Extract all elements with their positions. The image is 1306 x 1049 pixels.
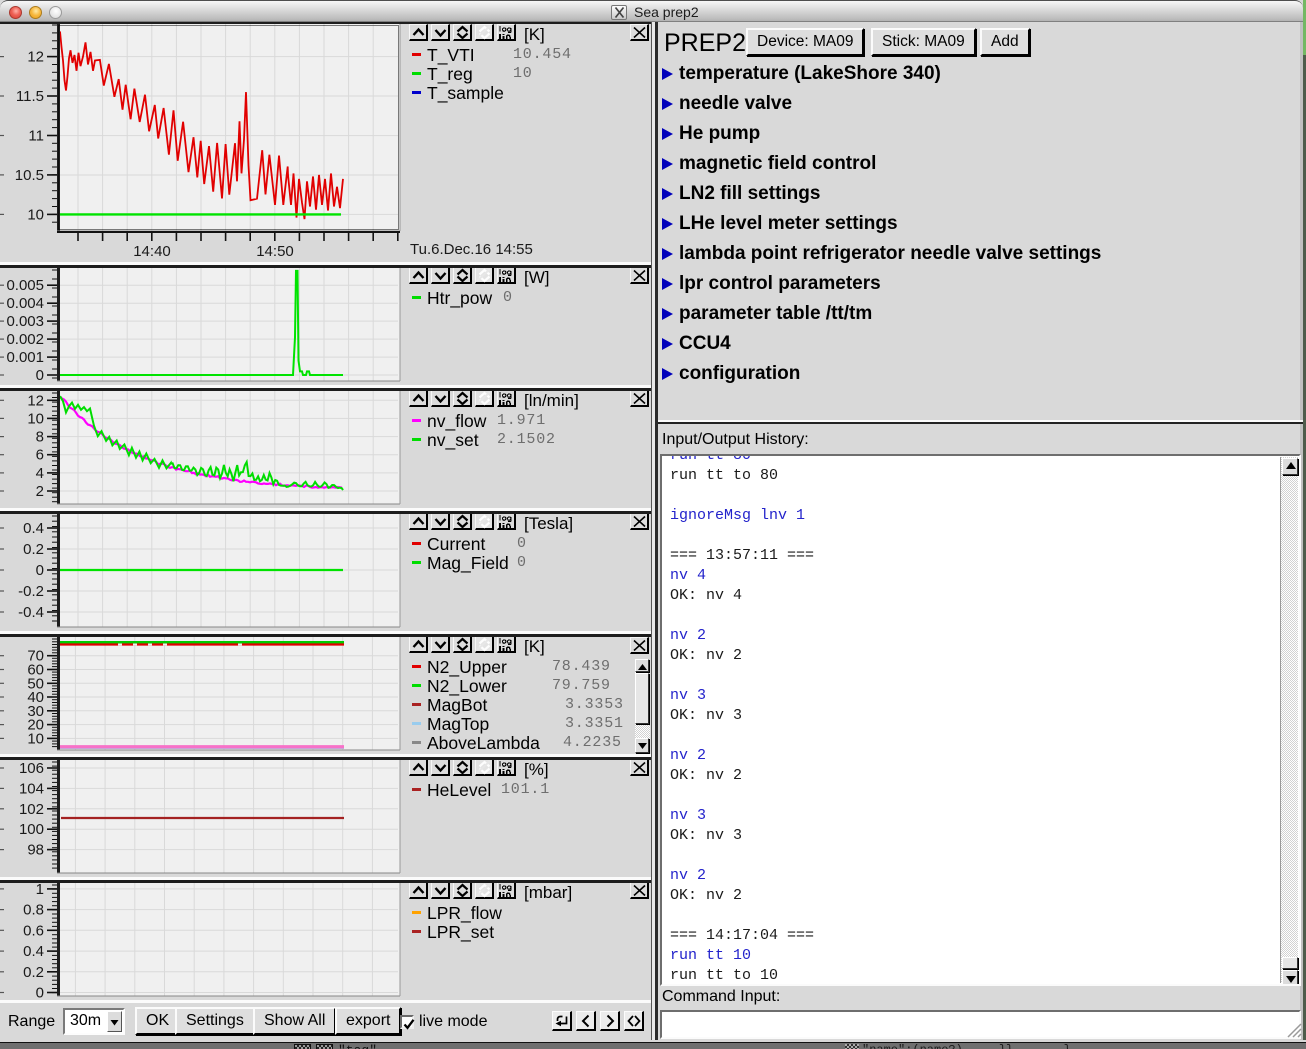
svg-text:2: 2 [36,483,44,500]
svg-text:0.4: 0.4 [23,943,44,960]
svg-text:-0.2: -0.2 [18,583,44,600]
svg-text:-0.4: -0.4 [18,604,44,621]
svg-text:0: 0 [36,562,44,579]
svg-text:1: 1 [36,881,44,898]
svg-text:0.2: 0.2 [23,541,44,558]
svg-text:4: 4 [36,465,44,482]
svg-text:100: 100 [19,821,44,838]
svg-text:10: 10 [27,730,44,747]
svg-text:0.002: 0.002 [6,331,44,348]
svg-text:0: 0 [36,985,44,1002]
svg-text:0.003: 0.003 [6,313,44,330]
svg-text:0.4: 0.4 [23,520,44,537]
svg-text:0.001: 0.001 [6,349,44,366]
svg-text:12: 12 [27,392,44,409]
svg-text:0: 0 [36,367,44,384]
svg-text:11: 11 [28,128,44,145]
svg-text:14:50: 14:50 [256,243,294,260]
svg-text:104: 104 [19,780,44,797]
svg-text:11.5: 11.5 [16,88,44,105]
svg-text:106: 106 [19,760,44,777]
svg-text:0.004: 0.004 [6,295,44,312]
svg-text:0.6: 0.6 [23,922,44,939]
svg-text:6: 6 [36,447,44,464]
svg-text:102: 102 [19,801,44,818]
svg-text:14:40: 14:40 [133,243,171,260]
svg-text:0.8: 0.8 [23,902,44,919]
svg-text:8: 8 [36,429,44,446]
svg-text:10: 10 [27,206,44,223]
svg-text:0.2: 0.2 [23,964,44,981]
svg-text:12: 12 [27,49,44,66]
svg-text:0.005: 0.005 [6,277,44,294]
svg-text:10: 10 [27,410,44,427]
svg-text:10.5: 10.5 [15,167,44,184]
svg-text:98: 98 [27,842,44,859]
